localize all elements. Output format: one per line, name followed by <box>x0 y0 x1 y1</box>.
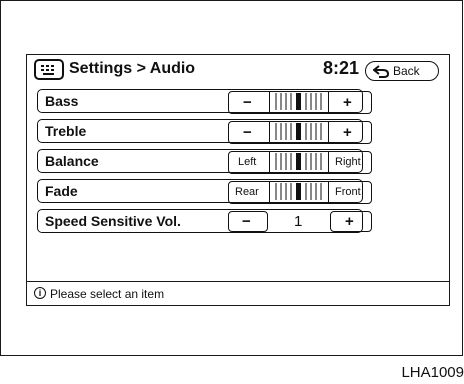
row-speed-sensitive-vol[interactable]: Speed Sensitive Vol. − 1 + <box>37 209 372 233</box>
speed-vol-value: 1 <box>294 213 303 230</box>
settings-icon <box>34 59 64 80</box>
treble-control: − + <box>228 121 372 144</box>
treble-increase-button[interactable]: + <box>328 122 371 143</box>
clock: 8:21 <box>323 58 360 78</box>
settings-list: Bass − + Treble − + Balance Left Right F… <box>37 89 372 239</box>
balance-right-button[interactable]: Right <box>328 152 371 173</box>
back-button[interactable]: Back <box>365 61 439 81</box>
treble-decrease-button[interactable]: − <box>229 122 270 143</box>
balance-left-button[interactable]: Left <box>229 152 270 173</box>
treble-level-bar <box>275 123 322 140</box>
page-title: Settings > Audio <box>69 60 196 77</box>
info-icon: i <box>34 287 46 299</box>
status-bar: i Please select an item <box>27 281 449 307</box>
rear-label: Rear <box>235 186 259 198</box>
speed-vol-decrease-button[interactable]: − <box>228 211 268 232</box>
row-fade[interactable]: Fade Rear Front <box>37 179 372 204</box>
minus-icon: − <box>243 94 252 111</box>
fade-control: Rear Front <box>228 181 372 204</box>
left-label: Left <box>238 156 257 168</box>
front-label: Front <box>335 186 361 198</box>
row-balance[interactable]: Balance Left Right <box>37 149 372 174</box>
minus-icon: − <box>243 124 252 141</box>
back-label: Back <box>393 64 420 78</box>
fade-rear-button[interactable]: Rear <box>229 182 270 203</box>
row-treble[interactable]: Treble − + <box>37 119 372 144</box>
bass-increase-button[interactable]: + <box>328 92 371 113</box>
row-label: Bass <box>45 93 79 109</box>
balance-level-bar <box>275 153 322 170</box>
balance-control: Left Right <box>228 151 372 174</box>
row-bass[interactable]: Bass − + <box>37 89 372 114</box>
bass-control: − + <box>228 91 372 114</box>
header-bar: Settings > Audio 8:21 Back <box>27 55 449 85</box>
speed-vol-increase-button[interactable]: + <box>330 211 372 232</box>
figure-code: LHA1009 <box>401 364 464 381</box>
fade-level-bar <box>275 183 322 200</box>
bass-decrease-button[interactable]: − <box>229 92 270 113</box>
minus-icon: − <box>242 213 251 230</box>
row-label: Balance <box>45 153 99 169</box>
row-label: Speed Sensitive Vol. <box>45 213 181 229</box>
row-label: Fade <box>45 183 78 199</box>
fade-front-button[interactable]: Front <box>328 182 371 203</box>
status-message: Please select an item <box>50 287 165 301</box>
plus-icon: + <box>345 213 354 230</box>
audio-settings-screen: Settings > Audio 8:21 Back Bass − + Treb… <box>26 54 450 306</box>
back-arrow-icon <box>373 65 389 78</box>
speed-sensitive-vol-control: − 1 + <box>228 211 372 234</box>
bass-level-bar <box>275 93 322 110</box>
right-label: Right <box>335 156 361 168</box>
plus-icon: + <box>343 94 352 111</box>
row-label: Treble <box>45 123 87 139</box>
plus-icon: + <box>343 124 352 141</box>
